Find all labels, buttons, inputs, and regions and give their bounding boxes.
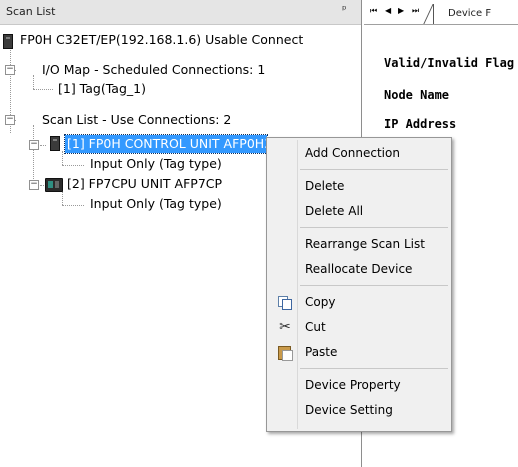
last-tab-icon[interactable]: ⏭ bbox=[412, 6, 419, 16]
tree-node-device-2-input[interactable]: Input Only (Tag type) bbox=[90, 195, 222, 213]
tree-line bbox=[62, 205, 84, 206]
menu-item-delete[interactable]: Delete bbox=[269, 175, 449, 197]
menu-item-delete-all[interactable]: Delete All bbox=[269, 200, 449, 222]
menu-item-rearrange-scan-list[interactable]: Rearrange Scan List bbox=[269, 233, 449, 255]
tree-line bbox=[33, 125, 34, 185]
menu-item-label: Delete All bbox=[305, 204, 364, 218]
tab-strip: ⏮ ◀ ▶ ⏭ Device F bbox=[364, 0, 518, 25]
tab-device[interactable]: Device F bbox=[433, 4, 518, 24]
tree-line bbox=[62, 165, 84, 166]
menu-item-label: Rearrange Scan List bbox=[305, 237, 425, 251]
property-ip-address: IP Address bbox=[384, 117, 457, 131]
menu-item-label: Add Connection bbox=[305, 146, 400, 160]
collapse-icon[interactable]: − bbox=[29, 180, 39, 190]
menu-item-cut[interactable]: ✂ Cut bbox=[269, 316, 449, 338]
menu-separator bbox=[300, 227, 448, 228]
menu-item-label: Device Property bbox=[305, 378, 401, 392]
tree-node-scan-list[interactable]: Scan List - Use Connections: 2 bbox=[42, 111, 231, 129]
tree-line bbox=[40, 145, 46, 146]
collapse-icon[interactable]: − bbox=[29, 140, 39, 150]
menu-item-device-property[interactable]: Device Property bbox=[269, 374, 449, 396]
menu-separator bbox=[300, 368, 448, 369]
tree-line bbox=[33, 89, 53, 90]
menu-item-label: Delete bbox=[305, 179, 345, 193]
context-menu: Add Connection Delete Delete All Rearran… bbox=[266, 137, 452, 432]
menu-separator bbox=[300, 169, 448, 170]
tree-line bbox=[33, 75, 34, 89]
menu-item-copy[interactable]: Copy bbox=[269, 291, 449, 313]
property-valid-flag: Valid/Invalid Flag bbox=[384, 56, 515, 70]
pin-icon[interactable]: ᵖ bbox=[342, 3, 347, 16]
tree-node-tag[interactable]: [1] Tag(Tag_1) bbox=[58, 80, 146, 98]
property-node-name: Node Name bbox=[384, 88, 450, 102]
plc-icon bbox=[50, 136, 60, 151]
menu-item-label: Device Setting bbox=[305, 403, 393, 417]
menu-separator bbox=[300, 285, 448, 286]
tree-line bbox=[62, 191, 63, 205]
tree-node-device-1[interactable]: [1] FP0H CONTROL UNIT AFP0H32 bbox=[64, 134, 268, 154]
first-tab-icon[interactable]: ⏮ bbox=[370, 6, 377, 16]
copy-icon bbox=[277, 295, 293, 310]
collapse-icon[interactable]: − bbox=[5, 65, 15, 75]
prev-tab-icon[interactable]: ◀ bbox=[385, 6, 391, 15]
menu-item-device-setting[interactable]: Device Setting bbox=[269, 399, 449, 421]
collapse-icon[interactable]: − bbox=[5, 115, 15, 125]
tree-node-device-1-input[interactable]: Input Only (Tag type) bbox=[90, 155, 222, 173]
tree-node-device-2[interactable]: [2] FP7CPU UNIT AFP7CP bbox=[67, 175, 265, 193]
next-tab-icon[interactable]: ▶ bbox=[398, 6, 404, 15]
paste-icon bbox=[277, 345, 293, 361]
scan-list-header: Scan List ᵖ bbox=[0, 0, 361, 25]
menu-item-label: Cut bbox=[305, 320, 326, 334]
menu-item-reallocate-device[interactable]: Reallocate Device bbox=[269, 258, 449, 280]
plc-icon bbox=[45, 178, 63, 192]
tree-node-io-map[interactable]: I/O Map - Scheduled Connections: 1 bbox=[42, 61, 265, 79]
tree-node-root[interactable]: FP0H C32ET/EP(192.168.1.6) Usable Connec… bbox=[20, 31, 303, 49]
cut-icon: ✂ bbox=[279, 319, 291, 335]
menu-item-paste[interactable]: Paste bbox=[269, 341, 449, 363]
menu-item-add-connection[interactable]: Add Connection bbox=[269, 142, 449, 164]
plc-icon bbox=[3, 34, 13, 49]
scan-list-title: Scan List bbox=[6, 5, 56, 18]
tree-line bbox=[62, 151, 63, 165]
menu-item-label: Reallocate Device bbox=[305, 262, 413, 276]
menu-item-label: Copy bbox=[305, 295, 336, 309]
menu-item-label: Paste bbox=[305, 345, 338, 359]
